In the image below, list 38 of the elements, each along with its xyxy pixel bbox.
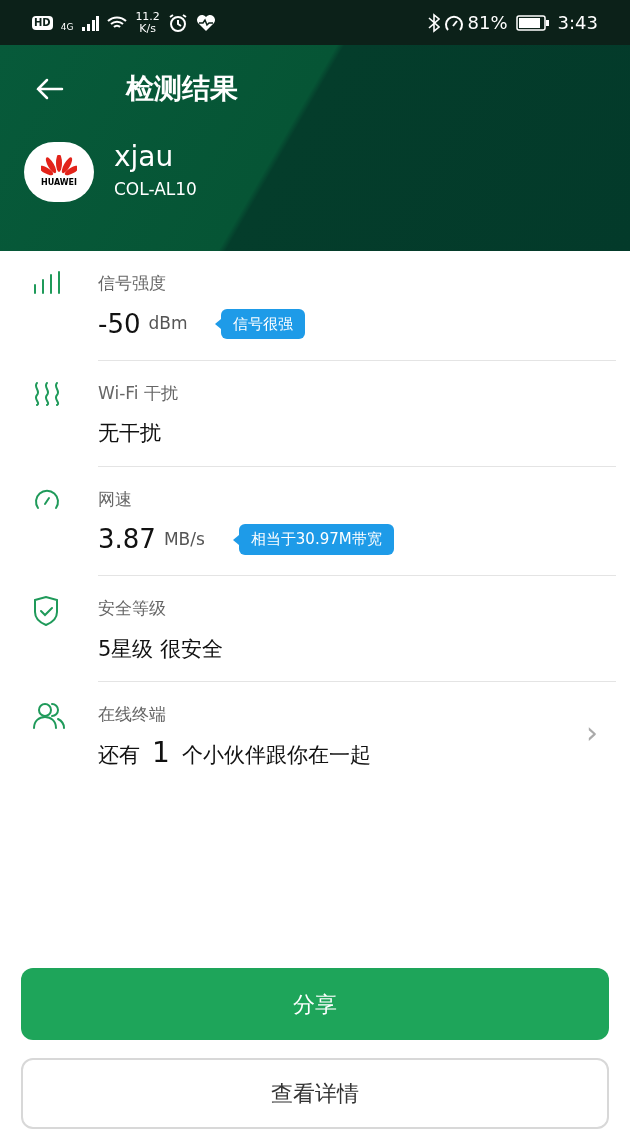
item-label: 信号强度 [98, 272, 167, 295]
measure-unit: dBm [148, 312, 188, 336]
bluetooth-icon [427, 12, 440, 33]
measure-unit: MB/s [163, 527, 205, 551]
signal-icon [81, 14, 100, 31]
network-name: xjau [114, 141, 175, 173]
users-icon [32, 702, 66, 730]
measure-value: -50 [98, 307, 141, 341]
net-speed: 11.2 [135, 10, 160, 23]
gauge-icon [443, 13, 464, 32]
hd-badge: HD [32, 15, 53, 30]
battery-icon [515, 14, 550, 31]
page-title: 检测结果 [126, 71, 238, 107]
item-label: 在线终端 [98, 703, 167, 726]
item-label: Wi-Fi 干扰 [98, 381, 179, 405]
clock: 3:43 [557, 11, 598, 35]
device-model: COL-AL10 [114, 178, 197, 201]
network-type: 4G [60, 22, 74, 32]
signal-bars-icon [32, 271, 62, 295]
back-arrow-icon[interactable] [36, 78, 64, 100]
item-label: 安全等级 [98, 597, 167, 620]
shield-check-icon [32, 596, 60, 626]
heat-waves-icon [32, 380, 62, 407]
net-speed-unit: K/s [139, 22, 156, 35]
battery-percent: 81% [467, 11, 508, 35]
measure-value: 3.87 [98, 523, 156, 556]
alarm-icon [167, 12, 188, 33]
brand-name: HUAWEI [40, 176, 77, 189]
details-button[interactable]: 查看详情 [21, 1058, 609, 1129]
device-count: 1 [152, 734, 170, 771]
chevron-right: › [586, 714, 598, 752]
item-value: 5星级 很安全 [98, 635, 225, 663]
petal-logo-icon [41, 154, 77, 177]
item-label: 网速 [98, 487, 133, 511]
heart-pulse-icon [195, 13, 216, 32]
count-suffix: 个小伙伴跟你在一起 [181, 741, 371, 769]
item-value: 无干扰 [98, 420, 162, 447]
count-prefix: 还有 [98, 741, 140, 769]
